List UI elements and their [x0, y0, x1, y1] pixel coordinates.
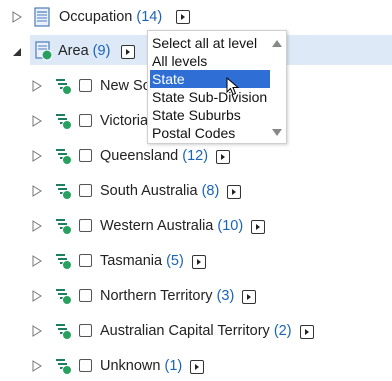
- expand-triangle-icon[interactable]: [10, 10, 24, 24]
- node-label-text: Western Australia: [100, 218, 214, 234]
- level-dropdown-menu[interactable]: Select all at level All levels State State …: [147, 30, 287, 144]
- hierarchy-node-icon: [55, 182, 73, 200]
- expand-triangle-icon[interactable]: [30, 324, 44, 338]
- node-checkbox[interactable]: [79, 219, 92, 232]
- expand-triangle-icon[interactable]: [30, 184, 44, 198]
- hierarchy-node-icon: [55, 252, 73, 270]
- tree-row-child[interactable]: Tasmania (5): [0, 247, 392, 275]
- arrow-button-icon[interactable]: [190, 360, 204, 374]
- collapse-triangle-icon[interactable]: [10, 45, 24, 59]
- expand-triangle-icon[interactable]: [30, 254, 44, 268]
- arrow-button-icon[interactable]: [192, 255, 206, 269]
- tree-row-occupation[interactable]: Occupation (14): [0, 3, 392, 31]
- arrow-button-icon[interactable]: [216, 150, 230, 164]
- mouse-cursor-icon: [226, 76, 240, 97]
- arrow-button-icon[interactable]: [176, 10, 190, 24]
- node-checkbox[interactable]: [79, 289, 92, 302]
- expand-triangle-icon[interactable]: [30, 79, 44, 93]
- tree-row-child[interactable]: Queensland (12): [0, 142, 392, 170]
- expand-triangle-icon[interactable]: [30, 114, 44, 128]
- expand-triangle-icon[interactable]: [30, 219, 44, 233]
- node-label-text: Northern Territory: [100, 288, 213, 304]
- dropdown-option[interactable]: Postal Codes: [150, 124, 270, 142]
- node-count: (5): [166, 253, 184, 269]
- expand-triangle-icon[interactable]: [30, 149, 44, 163]
- hierarchy-node-icon: [55, 112, 73, 130]
- node-count: (3): [216, 288, 235, 304]
- node-count: (14): [136, 9, 163, 25]
- node-checkbox[interactable]: [79, 114, 92, 127]
- tree-row-child[interactable]: Northern Territory (3): [0, 282, 392, 310]
- hierarchy-node-icon: [55, 287, 73, 305]
- dropdown-option[interactable]: All levels: [150, 52, 270, 70]
- node-label-text: Australian Capital Territory: [100, 323, 270, 339]
- node-label-text: South Australia: [100, 183, 198, 199]
- hierarchy-node-icon: [55, 77, 73, 95]
- expand-triangle-icon[interactable]: [30, 359, 44, 373]
- arrow-button-icon[interactable]: [227, 185, 241, 199]
- node-label: Tasmania (5): [100, 253, 184, 269]
- node-label: South Australia (8): [100, 183, 219, 199]
- node-label-text: Area: [58, 43, 89, 59]
- area-label: Area (9): [58, 43, 110, 59]
- tree-row-child[interactable]: Unknown (1): [0, 352, 392, 380]
- node-count: (9): [92, 43, 111, 59]
- tree-row-child[interactable]: Australian Capital Territory (2): [0, 317, 392, 345]
- node-label: Western Australia (10): [100, 218, 243, 234]
- node-label-text: Queensland: [100, 148, 179, 164]
- expand-triangle-icon[interactable]: [30, 289, 44, 303]
- node-label: Unknown (1): [100, 358, 182, 374]
- node-label: Queensland (12): [100, 148, 208, 164]
- node-label: Australian Capital Territory (2): [100, 323, 292, 339]
- node-label: Northern Territory (3): [100, 288, 234, 304]
- arrow-button-icon[interactable]: [242, 290, 256, 304]
- node-checkbox[interactable]: [79, 184, 92, 197]
- dropdown-option[interactable]: Select all at level: [150, 34, 270, 52]
- hierarchy-node-icon: [55, 357, 73, 375]
- arrow-button-icon[interactable]: [121, 45, 135, 59]
- tree-row-child[interactable]: Western Australia (10): [0, 212, 392, 240]
- arrow-button-icon[interactable]: [300, 325, 314, 339]
- occupation-label: Occupation (14): [59, 9, 162, 25]
- dropdown-scrollbar[interactable]: [270, 33, 284, 141]
- node-label-text: Unknown: [100, 358, 161, 374]
- dropdown-option[interactable]: State Suburbs: [150, 106, 270, 124]
- hierarchy-node-icon: [55, 322, 73, 340]
- node-checkbox[interactable]: [79, 149, 92, 162]
- node-label-text: Occupation: [59, 9, 133, 25]
- tree-row-child[interactable]: South Australia (8): [0, 177, 392, 205]
- node-label-text: Victoria: [100, 113, 149, 129]
- node-checkbox[interactable]: [79, 254, 92, 267]
- hierarchy-node-icon: [55, 217, 73, 235]
- node-count: (10): [217, 218, 244, 234]
- node-count: (1): [164, 358, 183, 374]
- dropdown-option[interactable]: State: [150, 70, 270, 88]
- hierarchy-node-icon: [55, 147, 73, 165]
- node-checkbox[interactable]: [79, 359, 92, 372]
- dropdown-option[interactable]: State Sub-Division: [150, 88, 270, 106]
- node-count: (12): [182, 148, 209, 164]
- arrow-button-icon[interactable]: [251, 220, 265, 234]
- node-label-text: Tasmania: [100, 253, 163, 269]
- node-count: (8): [201, 183, 220, 199]
- table-icon: [34, 7, 52, 27]
- node-count: (2): [273, 323, 292, 339]
- node-label: Victoria: [100, 113, 148, 129]
- node-checkbox[interactable]: [79, 324, 92, 337]
- node-checkbox[interactable]: [79, 79, 92, 92]
- area-icon: [35, 41, 53, 61]
